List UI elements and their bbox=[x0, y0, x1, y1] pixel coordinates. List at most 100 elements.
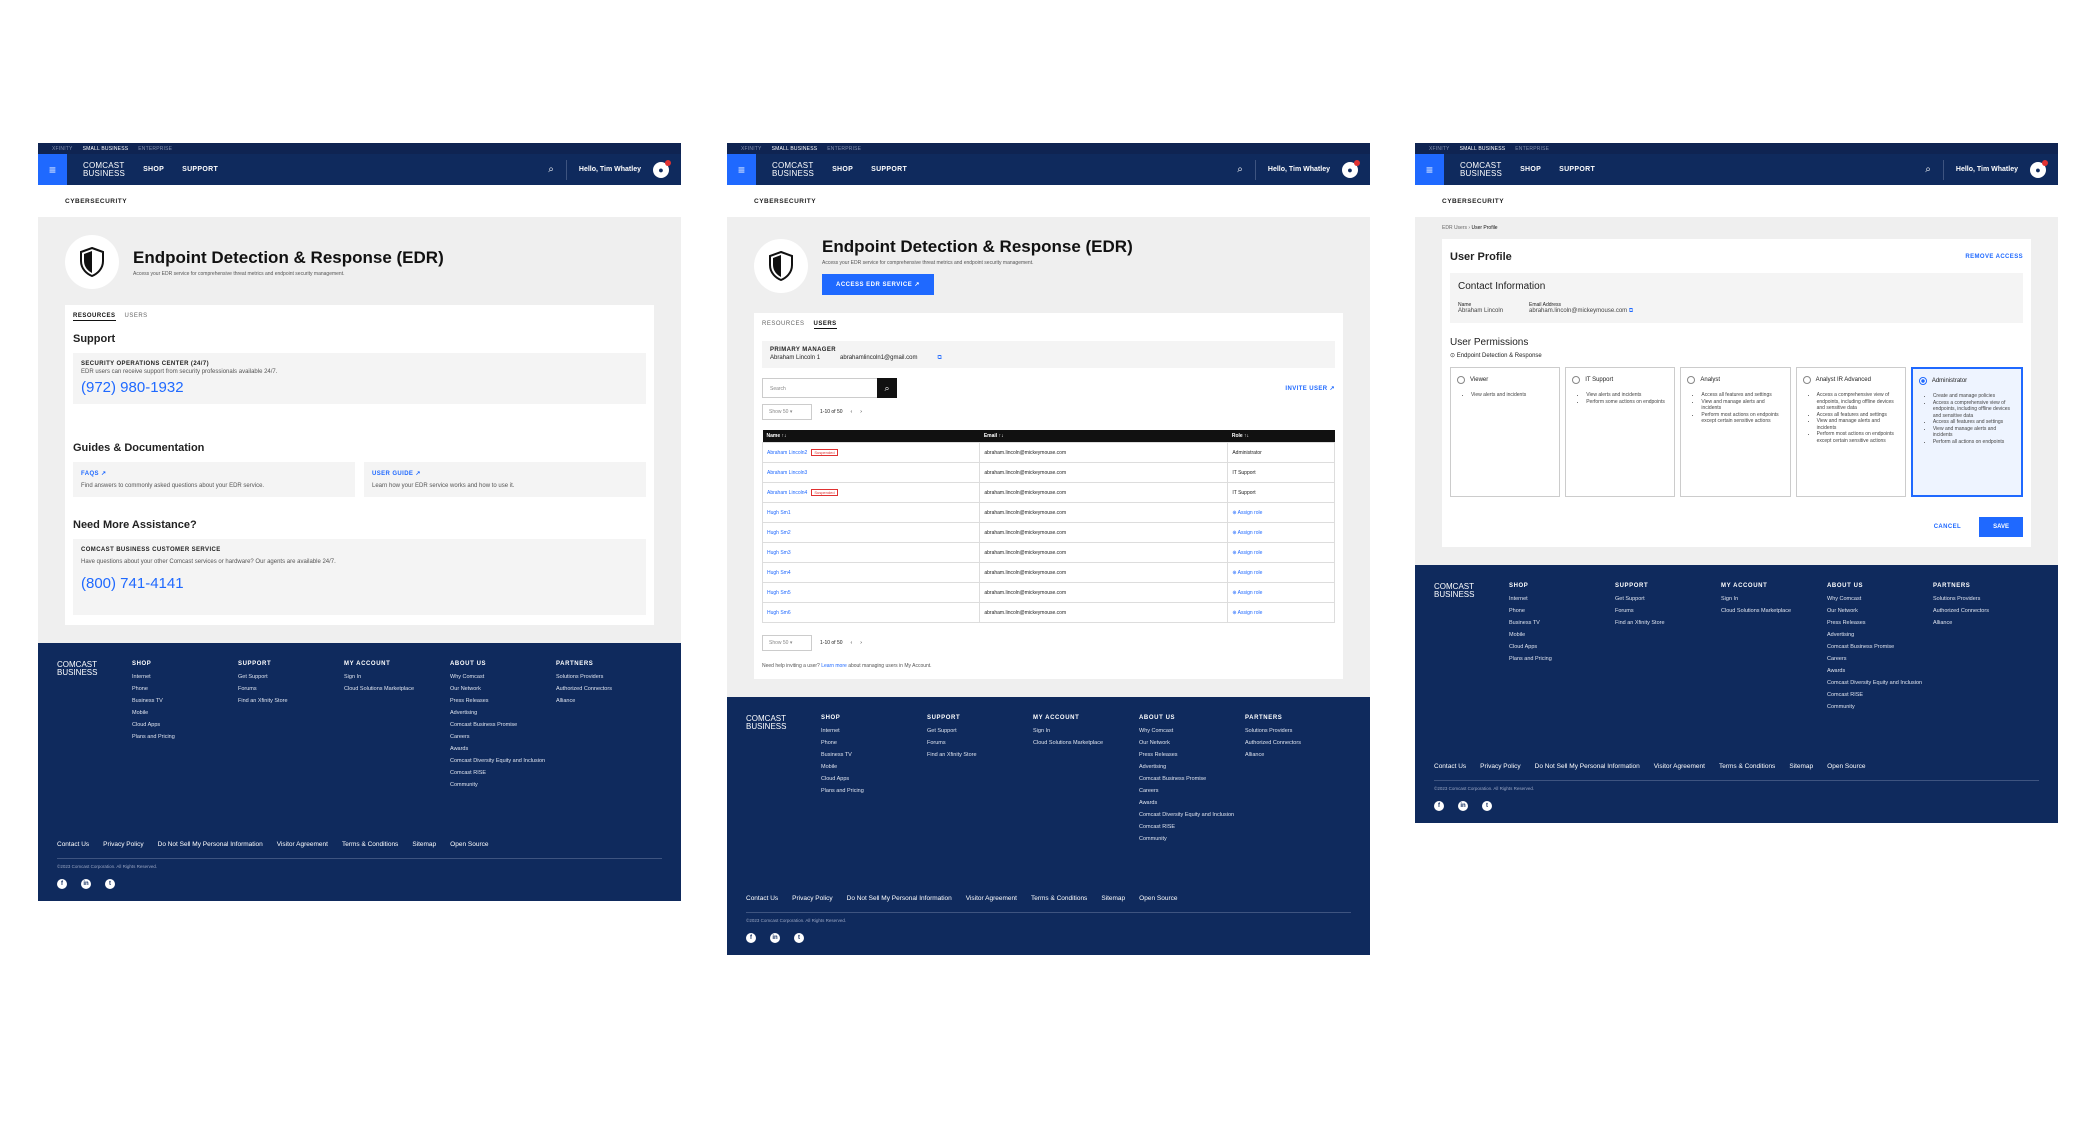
hamburger-icon[interactable]: ≡ bbox=[38, 154, 67, 185]
footer-link[interactable]: Phone bbox=[821, 740, 927, 746]
linkedin-icon[interactable]: in bbox=[81, 879, 91, 889]
chevron-left-icon[interactable]: ‹ bbox=[851, 409, 853, 415]
linkedin-icon[interactable]: in bbox=[770, 933, 780, 943]
xfinity-link[interactable]: XFINITY bbox=[1429, 146, 1450, 152]
footer-link[interactable]: Comcast RISE bbox=[1139, 824, 1245, 830]
nav-support[interactable]: SUPPORT bbox=[1559, 166, 1595, 173]
user-role[interactable]: ⊕ Assign role bbox=[1227, 602, 1335, 623]
enterprise-link[interactable]: ENTERPRISE bbox=[138, 146, 172, 152]
footer-link[interactable]: Careers bbox=[1139, 788, 1245, 794]
save-button[interactable]: SAVE bbox=[1979, 517, 2023, 537]
twitter-icon[interactable]: t bbox=[105, 879, 115, 889]
footer-link[interactable]: Community bbox=[450, 782, 556, 788]
footer-link[interactable]: Find an Xfinity Store bbox=[238, 698, 344, 704]
footer-link[interactable]: Careers bbox=[1827, 656, 1933, 662]
search-icon[interactable]: ⌕ bbox=[1925, 164, 1931, 175]
radio-button[interactable] bbox=[1918, 377, 1927, 385]
user-name-link[interactable]: Abraham Lincoln4 bbox=[767, 490, 807, 496]
user-greeting[interactable]: Hello, Tim Whatley bbox=[1956, 166, 2018, 173]
footer-link[interactable]: Alliance bbox=[1245, 752, 1351, 758]
user-role[interactable]: ⊕ Assign role bbox=[1227, 522, 1335, 543]
facebook-icon[interactable]: f bbox=[1434, 801, 1444, 811]
footer-link[interactable]: Find an Xfinity Store bbox=[1615, 620, 1721, 626]
footer-link[interactable]: Authorized Connectors bbox=[556, 686, 662, 692]
comcast-business-logo[interactable]: COMCAST BUSINESS bbox=[772, 162, 814, 177]
small-business-link[interactable]: SMALL BUSINESS bbox=[772, 146, 818, 152]
linkedin-icon[interactable]: in bbox=[1458, 801, 1468, 811]
access-edr-button[interactable]: ACCESS EDR SERVICE ↗ bbox=[822, 274, 934, 295]
breadcrumb-edr-users[interactable]: EDR Users bbox=[1442, 225, 1467, 231]
small-business-link[interactable]: SMALL BUSINESS bbox=[83, 146, 129, 152]
enterprise-link[interactable]: ENTERPRISE bbox=[1515, 146, 1549, 152]
tab-users[interactable]: USERS bbox=[125, 313, 148, 321]
footer-link[interactable]: Mobile bbox=[1509, 632, 1615, 638]
user-name-link[interactable]: Hugh Sm3 bbox=[767, 550, 791, 556]
tab-users[interactable]: USERS bbox=[813, 321, 837, 329]
radio-button[interactable] bbox=[1457, 376, 1465, 384]
avatar[interactable]: ● bbox=[2030, 159, 2048, 178]
nav-support[interactable]: SUPPORT bbox=[182, 166, 218, 173]
xfinity-link[interactable]: XFINITY bbox=[52, 146, 73, 152]
footer-link[interactable]: Mobile bbox=[132, 710, 238, 716]
user-greeting[interactable]: Hello, Tim Whatley bbox=[1268, 166, 1330, 173]
footer-link[interactable]: Plans and Pricing bbox=[821, 788, 927, 794]
footer-link[interactable]: Press Releases bbox=[1827, 620, 1933, 626]
chevron-right-icon[interactable]: › bbox=[860, 409, 862, 415]
tab-resources[interactable]: RESOURCES bbox=[73, 313, 116, 321]
radio-button[interactable] bbox=[1687, 376, 1696, 384]
hamburger-icon[interactable]: ≡ bbox=[1415, 154, 1444, 185]
enterprise-link[interactable]: ENTERPRISE bbox=[827, 146, 861, 152]
footer-link[interactable]: Community bbox=[1827, 704, 1933, 710]
footer-link[interactable]: Awards bbox=[450, 746, 556, 752]
footer-bottom-link[interactable]: Contact Us bbox=[746, 895, 778, 902]
footer-link[interactable]: Solutions Providers bbox=[556, 674, 662, 680]
comcast-business-logo[interactable]: COMCAST BUSINESS bbox=[83, 162, 125, 177]
footer-link[interactable]: Community bbox=[1139, 836, 1245, 842]
chevron-right-icon[interactable]: › bbox=[860, 640, 862, 646]
footer-bottom-link[interactable]: Sitemap bbox=[1101, 895, 1125, 902]
footer-link[interactable]: Phone bbox=[132, 686, 238, 692]
footer-link[interactable]: Awards bbox=[1827, 668, 1933, 674]
page-size-select[interactable]: Show 50 ▾ bbox=[762, 404, 812, 420]
user-name-link[interactable]: Hugh Sm6 bbox=[767, 610, 791, 616]
footer-link[interactable]: Sign In bbox=[1033, 728, 1139, 734]
user-role[interactable]: ⊕ Assign role bbox=[1227, 542, 1335, 563]
footer-bottom-link[interactable]: Terms & Conditions bbox=[1031, 895, 1087, 902]
footer-link[interactable]: Comcast Business Promise bbox=[450, 722, 556, 728]
avatar[interactable]: ● bbox=[1342, 159, 1360, 178]
role-option[interactable]: Viewer View alerts and incidents bbox=[1450, 367, 1561, 497]
footer-link[interactable]: Get Support bbox=[1615, 596, 1721, 602]
footer-link[interactable]: Comcast Business Promise bbox=[1827, 644, 1933, 650]
footer-bottom-link[interactable]: Do Not Sell My Personal Information bbox=[158, 841, 263, 848]
user-name-link[interactable]: Abraham Lincoln2 bbox=[767, 450, 807, 456]
footer-link[interactable]: Sign In bbox=[1721, 596, 1827, 602]
twitter-icon[interactable]: t bbox=[794, 933, 804, 943]
user-role[interactable]: ⊕ Assign role bbox=[1227, 502, 1335, 523]
footer-link[interactable]: Forums bbox=[1615, 608, 1721, 614]
footer-logo[interactable]: COMCAST BUSINESS bbox=[746, 715, 821, 895]
footer-link[interactable]: Our Network bbox=[1827, 608, 1933, 614]
footer-link[interactable]: Why Comcast bbox=[1827, 596, 1933, 602]
nav-shop[interactable]: SHOP bbox=[832, 166, 853, 173]
small-business-link[interactable]: SMALL BUSINESS bbox=[1460, 146, 1506, 152]
footer-link[interactable]: Comcast RISE bbox=[1827, 692, 1933, 698]
footer-bottom-link[interactable]: Do Not Sell My Personal Information bbox=[847, 895, 952, 902]
learn-more-link[interactable]: Learn more bbox=[821, 663, 847, 669]
footer-link[interactable]: Phone bbox=[1509, 608, 1615, 614]
page-size-select[interactable]: Show 50 ▾ bbox=[762, 635, 812, 651]
footer-link[interactable]: Business TV bbox=[821, 752, 927, 758]
user-name-link[interactable]: Abraham Lincoln3 bbox=[767, 470, 807, 476]
footer-link[interactable]: Internet bbox=[821, 728, 927, 734]
footer-bottom-link[interactable]: Privacy Policy bbox=[1480, 763, 1520, 770]
footer-link[interactable]: Our Network bbox=[1139, 740, 1245, 746]
footer-link[interactable]: Plans and Pricing bbox=[1509, 656, 1615, 662]
footer-link[interactable]: Alliance bbox=[556, 698, 662, 704]
footer-bottom-link[interactable]: Contact Us bbox=[1434, 763, 1466, 770]
user-name-link[interactable]: Hugh Sm2 bbox=[767, 530, 791, 536]
col-role[interactable]: Role ↑↓ bbox=[1227, 430, 1335, 443]
footer-link[interactable]: Why Comcast bbox=[1139, 728, 1245, 734]
nav-shop[interactable]: SHOP bbox=[1520, 166, 1541, 173]
footer-link[interactable]: Cloud Apps bbox=[821, 776, 927, 782]
radio-button[interactable] bbox=[1572, 376, 1581, 384]
footer-link[interactable]: Plans and Pricing bbox=[132, 734, 238, 740]
